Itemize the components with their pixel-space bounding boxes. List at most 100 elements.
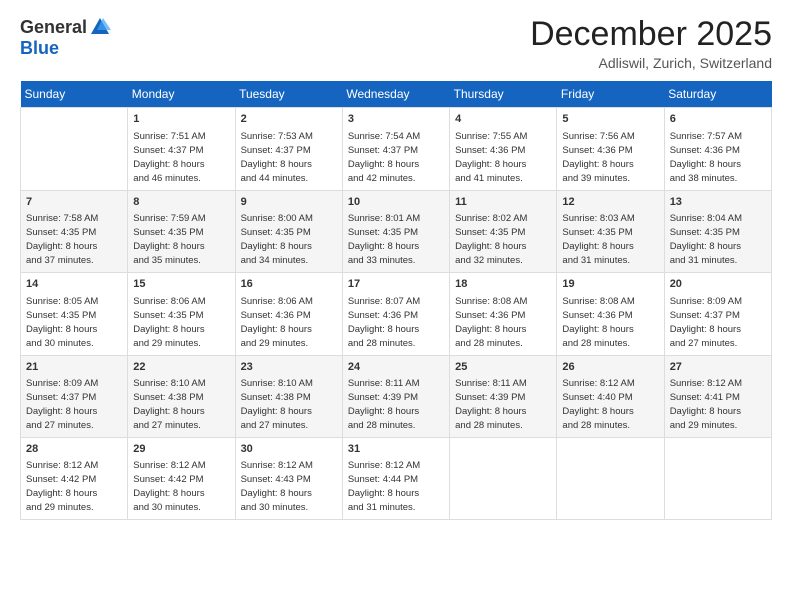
sunset-text: Sunset: 4:35 PM: [26, 227, 96, 238]
calendar-week-row: 1Sunrise: 7:51 AMSunset: 4:37 PMDaylight…: [21, 108, 772, 190]
calendar-cell: 26Sunrise: 8:12 AMSunset: 4:40 PMDayligh…: [557, 355, 664, 437]
daylight-text: Daylight: 8 hours: [26, 488, 97, 499]
sunrise-text: Sunrise: 7:51 AM: [133, 131, 205, 142]
sunset-text: Sunset: 4:37 PM: [670, 310, 740, 321]
daylight-text: and 30 minutes.: [133, 502, 201, 513]
sunset-text: Sunset: 4:43 PM: [241, 474, 311, 485]
sunset-text: Sunset: 4:37 PM: [241, 145, 311, 156]
sunrise-text: Sunrise: 8:08 AM: [455, 296, 527, 307]
daylight-text: Daylight: 8 hours: [348, 324, 419, 335]
daylight-text: Daylight: 8 hours: [133, 488, 204, 499]
sunrise-text: Sunrise: 8:03 AM: [562, 213, 634, 224]
sunrise-text: Sunrise: 8:12 AM: [348, 460, 420, 471]
calendar-cell: 9Sunrise: 8:00 AMSunset: 4:35 PMDaylight…: [235, 190, 342, 272]
sunrise-text: Sunrise: 8:12 AM: [241, 460, 313, 471]
daylight-text: Daylight: 8 hours: [241, 488, 312, 499]
sunset-text: Sunset: 4:41 PM: [670, 392, 740, 403]
daylight-text: and 27 minutes.: [670, 338, 738, 349]
day-number: 23: [241, 360, 337, 375]
daylight-text: Daylight: 8 hours: [670, 324, 741, 335]
sunrise-text: Sunrise: 8:04 AM: [670, 213, 742, 224]
daylight-text: and 44 minutes.: [241, 173, 309, 184]
page: General Blue December 2025 Adliswil, Zur…: [0, 0, 792, 612]
calendar-header-row: SundayMondayTuesdayWednesdayThursdayFrid…: [21, 81, 772, 108]
day-of-week-header: Wednesday: [342, 81, 449, 108]
day-number: 31: [348, 442, 444, 457]
day-number: 15: [133, 277, 229, 292]
calendar-cell: 18Sunrise: 8:08 AMSunset: 4:36 PMDayligh…: [450, 273, 557, 355]
daylight-text: Daylight: 8 hours: [241, 406, 312, 417]
daylight-text: Daylight: 8 hours: [562, 324, 633, 335]
calendar-cell: 14Sunrise: 8:05 AMSunset: 4:35 PMDayligh…: [21, 273, 128, 355]
sunrise-text: Sunrise: 8:11 AM: [455, 378, 527, 389]
calendar-cell: 12Sunrise: 8:03 AMSunset: 4:35 PMDayligh…: [557, 190, 664, 272]
sunset-text: Sunset: 4:37 PM: [133, 145, 203, 156]
sunrise-text: Sunrise: 8:01 AM: [348, 213, 420, 224]
daylight-text: Daylight: 8 hours: [348, 406, 419, 417]
daylight-text: Daylight: 8 hours: [26, 406, 97, 417]
sunset-text: Sunset: 4:36 PM: [455, 145, 525, 156]
sunrise-text: Sunrise: 7:57 AM: [670, 131, 742, 142]
day-number: 7: [26, 195, 122, 210]
day-number: 4: [455, 112, 551, 127]
daylight-text: and 28 minutes.: [455, 338, 523, 349]
sunset-text: Sunset: 4:35 PM: [26, 310, 96, 321]
day-number: 30: [241, 442, 337, 457]
day-of-week-header: Monday: [128, 81, 235, 108]
sunset-text: Sunset: 4:38 PM: [241, 392, 311, 403]
calendar-week-row: 28 Sunrise: 8:12 AM Sunset: 4:42 PM Dayligh…: [21, 437, 772, 519]
title-section: December 2025 Adliswil, Zurich, Switzerl…: [530, 16, 772, 71]
calendar-cell: 21Sunrise: 8:09 AMSunset: 4:37 PMDayligh…: [21, 355, 128, 437]
day-number: 5: [562, 112, 658, 127]
daylight-text: Daylight: 8 hours: [26, 324, 97, 335]
daylight-text: and 27 minutes.: [26, 420, 94, 431]
daylight-text: Daylight: 8 hours: [562, 406, 633, 417]
daylight-text: Daylight: 8 hours: [455, 241, 526, 252]
calendar-cell: 27Sunrise: 8:12 AMSunset: 4:41 PMDayligh…: [664, 355, 771, 437]
day-number: 12: [562, 195, 658, 210]
daylight-text: Daylight: 8 hours: [348, 488, 419, 499]
daylight-text: and 46 minutes.: [133, 173, 201, 184]
calendar-cell: 8Sunrise: 7:59 AMSunset: 4:35 PMDaylight…: [128, 190, 235, 272]
calendar-cell: 4Sunrise: 7:55 AMSunset: 4:36 PMDaylight…: [450, 108, 557, 190]
calendar-cell: 31Sunrise: 8:12 AMSunset: 4:44 PMDayligh…: [342, 437, 449, 519]
sunset-text: Sunset: 4:37 PM: [26, 392, 96, 403]
calendar-cell: 10Sunrise: 8:01 AMSunset: 4:35 PMDayligh…: [342, 190, 449, 272]
logo-blue-text: Blue: [20, 38, 59, 59]
logo-general-text: General: [20, 17, 87, 38]
calendar-cell: [557, 437, 664, 519]
day-number: 24: [348, 360, 444, 375]
day-number: 8: [133, 195, 229, 210]
daylight-text: Daylight: 8 hours: [241, 159, 312, 170]
calendar-cell: 3Sunrise: 7:54 AMSunset: 4:37 PMDaylight…: [342, 108, 449, 190]
day-number: 28: [26, 442, 122, 457]
sunset-text: Sunset: 4:36 PM: [562, 310, 632, 321]
calendar-cell: 7Sunrise: 7:58 AMSunset: 4:35 PMDaylight…: [21, 190, 128, 272]
sunset-text: Sunset: 4:38 PM: [133, 392, 203, 403]
daylight-text: Daylight: 8 hours: [670, 406, 741, 417]
calendar-week-row: 21Sunrise: 8:09 AMSunset: 4:37 PMDayligh…: [21, 355, 772, 437]
sunset-text: Sunset: 4:35 PM: [670, 227, 740, 238]
sunrise-text: Sunrise: 8:11 AM: [348, 378, 420, 389]
sunrise-text: Sunrise: 8:12 AM: [562, 378, 634, 389]
calendar-week-row: 14Sunrise: 8:05 AMSunset: 4:35 PMDayligh…: [21, 273, 772, 355]
page-title: December 2025: [530, 16, 772, 53]
sunset-text: Sunset: 4:36 PM: [348, 310, 418, 321]
daylight-text: Daylight: 8 hours: [670, 241, 741, 252]
day-number: 25: [455, 360, 551, 375]
day-number: 21: [26, 360, 122, 375]
calendar-cell: 13Sunrise: 8:04 AMSunset: 4:35 PMDayligh…: [664, 190, 771, 272]
sunset-text: Sunset: 4:35 PM: [348, 227, 418, 238]
daylight-text: and 28 minutes.: [348, 338, 416, 349]
sunrise-text: Sunrise: 7:59 AM: [133, 213, 205, 224]
daylight-text: and 31 minutes.: [348, 502, 416, 513]
day-number: 20: [670, 277, 766, 292]
calendar-table: SundayMondayTuesdayWednesdayThursdayFrid…: [20, 81, 772, 520]
daylight-text: Daylight: 8 hours: [133, 159, 204, 170]
sunrise-text: Sunrise: 7:56 AM: [562, 131, 634, 142]
sunset-text: Sunset: 4:35 PM: [241, 227, 311, 238]
day-number: 11: [455, 195, 551, 210]
sunset-text: Sunset: 4:42 PM: [133, 474, 203, 485]
sunrise-text: Sunrise: 8:10 AM: [133, 378, 205, 389]
sunrise-text: Sunrise: 8:12 AM: [26, 460, 98, 471]
